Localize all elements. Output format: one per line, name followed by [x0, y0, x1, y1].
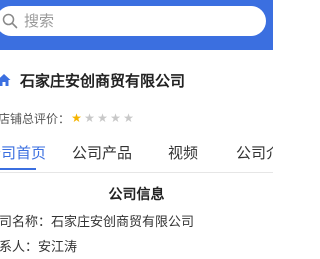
shop-name: 石家庄安创商贸有限公司 [20, 72, 186, 90]
tab-divider [0, 172, 273, 173]
star-filled-icon: ★ [71, 111, 82, 125]
tab-home[interactable]: 公司首页 [0, 142, 46, 163]
tab-about[interactable]: 公司介绍 [236, 142, 273, 163]
tab-products[interactable]: 公司产品 [72, 142, 132, 163]
rating-stars: ★ ★ ★ ★ ★ [70, 111, 135, 125]
search-input[interactable] [24, 10, 244, 32]
home-icon [0, 74, 11, 86]
company-name-row: 公司名称：石家庄安创商贸有限公司 [0, 215, 195, 230]
company-info-title: 公司信息 [108, 187, 165, 203]
active-tab-indicator [0, 168, 36, 170]
tab-video[interactable]: 视频 [168, 142, 198, 163]
rating-label: 店铺总评价： [0, 112, 71, 126]
star-empty-icon: ★ [123, 111, 134, 125]
search-icon [2, 13, 18, 29]
page: 石家庄安创商贸有限公司 店铺总评价： ★★★★★ 公司首页 公司产品 视频 公司… [0, 0, 273, 259]
star-empty-icon: ★ [110, 111, 121, 125]
contact-person-row: 联系人：安江涛 [0, 240, 78, 255]
star-empty-icon: ★ [97, 111, 108, 125]
star-empty-icon: ★ [84, 111, 95, 125]
tab-bar: 公司首页 公司产品 视频 公司介绍 [0, 142, 273, 170]
search-box[interactable] [0, 6, 266, 36]
search-header [0, 0, 273, 50]
